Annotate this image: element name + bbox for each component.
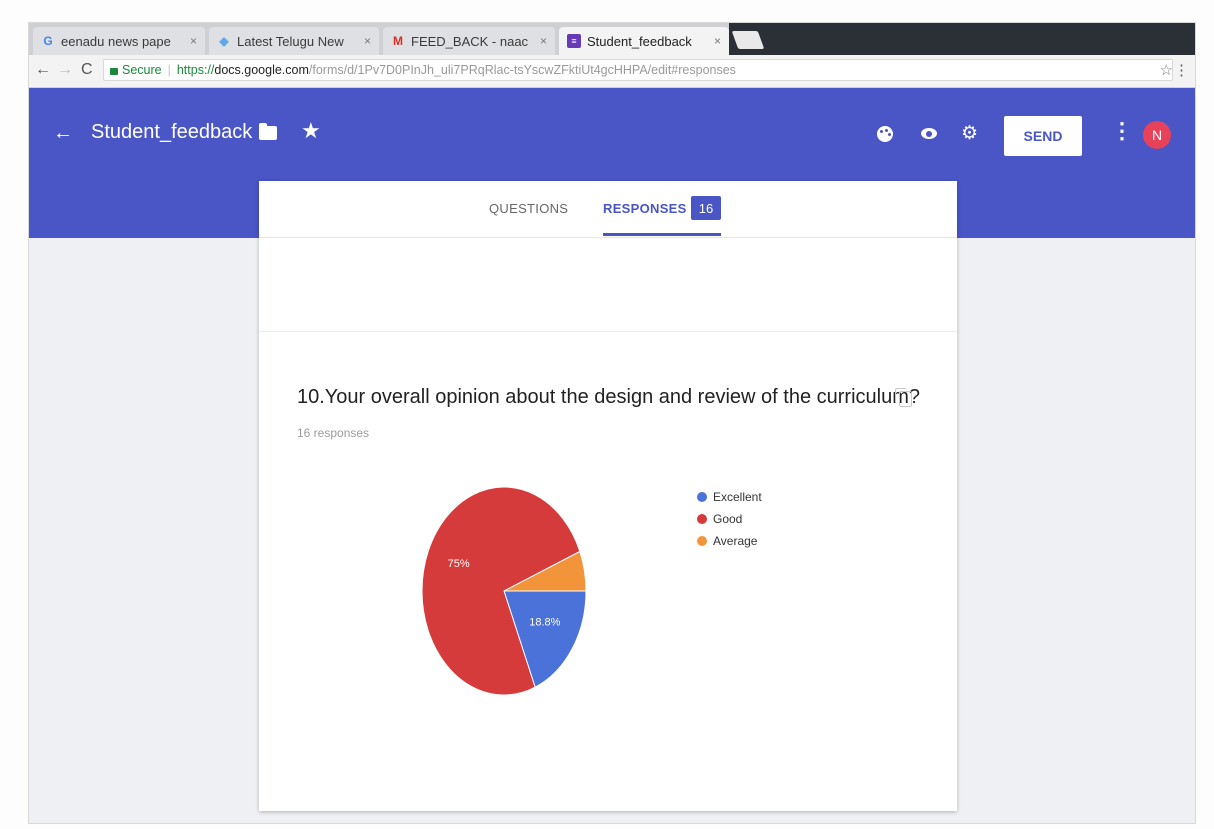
tab-title: Student_feedback <box>587 33 692 49</box>
legend-label: Excellent <box>713 490 762 504</box>
tab-strip: G eenadu news pape × ◆ Latest Telugu New… <box>29 23 1195 55</box>
chart-legend: Excellent Good Average <box>697 486 762 552</box>
back-arrow-icon[interactable]: ← <box>53 122 73 145</box>
close-tab-icon[interactable]: × <box>714 34 721 48</box>
url-path: /forms/d/1Pv7D0PInJh_uli7PRqRlac-tsYscwZ… <box>308 63 736 77</box>
pie-chart: 18.8% 75% <box>421 486 587 696</box>
close-tab-icon[interactable]: × <box>364 34 371 48</box>
back-arrow-icon[interactable]: ← <box>35 61 51 79</box>
news-icon: ◆ <box>219 34 229 48</box>
tab-questions[interactable]: QUESTIONS <box>489 201 568 216</box>
legend-item-good: Good <box>697 508 762 530</box>
palette-icon[interactable] <box>877 126 893 142</box>
legend-swatch <box>697 492 707 502</box>
legend-label: Average <box>713 534 758 548</box>
folder-icon[interactable] <box>259 123 277 140</box>
legend-swatch <box>697 536 707 546</box>
lock-icon <box>110 67 118 75</box>
form-title: Student_feedback <box>91 121 253 143</box>
question-title: 10.Your overall opinion about the design… <box>297 386 920 408</box>
send-button[interactable]: SEND <box>1004 116 1082 156</box>
responses-count-badge: 16 <box>691 196 721 220</box>
browser-tab-gmail[interactable]: M FEED_BACK - naac × <box>383 27 555 55</box>
close-tab-icon[interactable]: × <box>190 34 197 48</box>
tab-title: FEED_BACK - naac <box>411 33 529 49</box>
forward-arrow-icon[interactable]: → <box>57 61 73 79</box>
url-protocol: https:// <box>176 63 215 77</box>
legend-label: Good <box>713 512 743 526</box>
browser-menu-icon[interactable]: ⋮ <box>1174 61 1189 79</box>
preview-eye-icon[interactable] <box>921 128 937 139</box>
copy-chart-icon[interactable] <box>895 388 912 407</box>
reload-icon[interactable]: C <box>81 61 93 79</box>
browser-tab-eenadu[interactable]: G eenadu news pape × <box>33 27 205 55</box>
tab-title: eenadu news pape <box>61 33 171 49</box>
star-icon[interactable]: ★ <box>301 118 321 144</box>
active-tab-indicator <box>603 233 721 236</box>
browser-tab-student-feedback[interactable]: ≡ Student_feedback × <box>559 27 729 55</box>
slice-label: 75% <box>448 558 470 570</box>
tab-responses[interactable]: RESPONSES <box>603 201 687 216</box>
close-tab-icon[interactable]: × <box>540 34 547 48</box>
google-icon: G <box>43 34 53 48</box>
divider <box>259 331 957 332</box>
slice-label: 18.8% <box>529 617 560 629</box>
browser-toolbar: ← → C Secure | https:// docs.google.com … <box>29 55 1195 88</box>
form-tabs: QUESTIONS RESPONSES 16 <box>259 181 957 238</box>
responses-card: QUESTIONS RESPONSES 16 10.Your overall o… <box>259 181 957 811</box>
browser-window: G eenadu news pape × ◆ Latest Telugu New… <box>28 22 1196 824</box>
url-host: docs.google.com <box>214 63 309 77</box>
tab-title: Latest Telugu New <box>237 33 344 49</box>
legend-swatch <box>697 514 707 524</box>
address-bar[interactable]: Secure | https:// docs.google.com /forms… <box>103 59 1173 81</box>
gmail-icon: M <box>393 34 403 48</box>
responses-count-text: 16 responses <box>297 426 370 440</box>
forms-icon: ≡ <box>567 34 581 48</box>
security-label: Secure <box>122 63 162 77</box>
legend-item-excellent: Excellent <box>697 486 762 508</box>
more-options-icon[interactable]: ⋮ <box>1111 118 1133 144</box>
browser-tab-telugu[interactable]: ◆ Latest Telugu New × <box>209 27 379 55</box>
settings-gear-icon[interactable]: ⚙ <box>961 122 978 145</box>
legend-item-average: Average <box>697 530 762 552</box>
bookmark-star-icon[interactable]: ☆ <box>1160 61 1173 79</box>
avatar[interactable]: N <box>1143 121 1171 149</box>
